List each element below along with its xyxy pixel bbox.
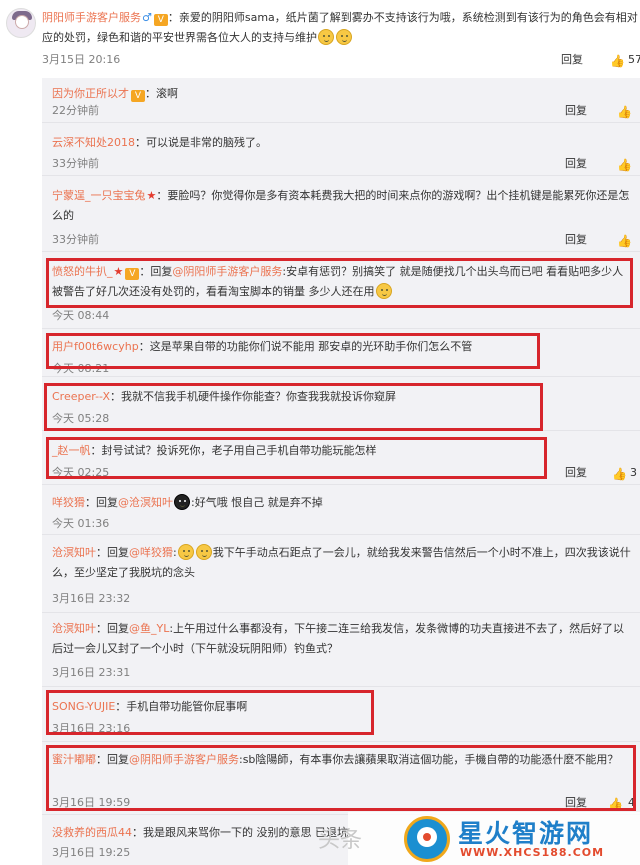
reply-button[interactable]: 回复 <box>561 52 583 68</box>
timestamp: 3月16日 23:31 <box>52 666 131 679</box>
reply-prefix: 回复 <box>150 265 173 278</box>
reply-text: 可以说是非常的脑残了。 <box>146 136 267 149</box>
reply-item: 沧溟知叶：回复@咩狡猾: 我下午手动点石距点了一会儿，就给我发来警告信然后一个小时… <box>42 535 640 613</box>
reply-text: 我就不信我手机硬件操作你能查？你查我我就投诉你窥屏 <box>121 390 396 403</box>
star-icon: ★ <box>113 265 124 278</box>
timestamp: 33分钟前 <box>52 157 99 170</box>
reply-prefix: 回复 <box>96 496 118 509</box>
username-link[interactable]: 愤怒的牛扒_ <box>52 265 113 278</box>
mention-link[interactable]: @鱼_YL <box>129 622 169 635</box>
star-icon: ★ <box>146 189 157 202</box>
timestamp: 22分钟前 <box>52 104 99 117</box>
timestamp: 今天 01:36 <box>52 517 110 530</box>
like-icon[interactable]: 👍 <box>617 104 632 120</box>
reply-text: 这是苹果自带的功能你们说不能用 那安卓的光环助手你们怎么不管 <box>149 340 473 353</box>
reply-item: 蜜汁嘟嘟：回复@阴阳师手游客户服务:sb陰陽師，有本事你去讓蘋果取消這個功能，手… <box>42 742 640 815</box>
avatar-face <box>15 15 29 29</box>
username-link[interactable]: 咩狡猾 <box>52 496 85 509</box>
reply-item: 咩狡猾：回复@沧溟知叶:好气哦 恨自己 就是弃不掉 今天 01:36 <box>42 485 640 535</box>
username-link[interactable]: 沧溟知叶 <box>52 622 96 635</box>
reply-button[interactable]: 回复 <box>565 795 587 811</box>
watermark: 头条 星火智游网 WWW.XHCS188.COM <box>318 812 640 865</box>
like-count: 57 <box>628 53 640 66</box>
mention-link[interactable]: @咩狡猾 <box>129 546 173 559</box>
reply-item: _赵一帆：封号试试？投诉死你，老子用自己手机自带功能玩能怎样 今天 02:25 回… <box>42 431 640 485</box>
mention-link[interactable]: @沧溟知叶 <box>118 496 173 509</box>
like-icon[interactable]: 👍 <box>612 466 627 482</box>
timestamp: 3月16日 23:16 <box>52 722 131 735</box>
angry-emoji-icon <box>174 494 190 510</box>
avatar[interactable] <box>6 8 36 38</box>
reply-text: 手机自带功能管你屁事啊 <box>126 700 248 713</box>
like-icon[interactable]: 👍 <box>610 53 625 69</box>
reply-item: 愤怒的牛扒_★ V ：回复@阴阳师手游客户服务:安卓有惩罚？别搞笑了 就是随便找几个… <box>42 252 640 329</box>
male-icon: ♂ <box>142 11 152 24</box>
timestamp: 今天 08:21 <box>52 362 110 375</box>
watermark-url: WWW.XHCS188.COM <box>460 846 605 859</box>
reply-button[interactable]: 回复 <box>565 232 587 248</box>
reply-item: 宁蒙逞_一只宝宝兔★：要脸吗？你觉得你是多有资本耗费我大把的时间来点你的游戏啊？… <box>42 176 640 252</box>
reply-button[interactable]: 回复 <box>565 465 587 481</box>
emoji-icon <box>195 544 212 560</box>
reply-button[interactable]: 回复 <box>565 103 587 119</box>
timestamp: 今天 08:44 <box>52 309 110 322</box>
watermark-left-text: 头条 <box>318 828 363 853</box>
reply-prefix: 回复 <box>107 622 129 635</box>
emoji-icon <box>336 29 352 45</box>
timestamp: 今天 05:28 <box>52 412 110 425</box>
username-link[interactable]: 蜜汁嘟嘟 <box>52 753 96 766</box>
vip-badge-icon: V <box>125 268 140 280</box>
username-link[interactable]: _赵一帆 <box>52 444 91 457</box>
like-icon[interactable]: 👍 <box>617 233 632 249</box>
reply-item: 用户f00t6wcyhp：这是苹果自带的功能你们说不能用 那安卓的光环助手你们怎… <box>42 329 640 377</box>
like-count: 3 <box>630 466 637 479</box>
reply-item: 沧溟知叶：回复@鱼_YL:上午用过什么事都没有，下午接二连三给我发信，发条微博的… <box>42 613 640 687</box>
username-link[interactable]: Creeper--X <box>52 390 110 403</box>
mention-link[interactable]: @阴阳师手游客户服务 <box>129 753 239 766</box>
vip-badge-icon: V <box>153 14 168 26</box>
like-count: 4 <box>628 796 635 809</box>
mention-link[interactable]: @阴阳师手游客户服务 <box>172 265 282 278</box>
reply-button[interactable]: 回复 <box>565 156 587 172</box>
reply-text: 滚啊 <box>156 87 178 100</box>
timestamp: 今天 02:25 <box>52 466 110 479</box>
emoji-icon <box>318 29 334 45</box>
reply-item: 因为你正所以才 V ：滚啊 22分钟前 回复 👍 <box>42 78 640 123</box>
reply-text: :sb陰陽師，有本事你去讓蘋果取消這個功能，手機自帶的功能憑什麼不能用？ <box>239 753 619 766</box>
timestamp: 3月16日 19:25 <box>52 846 131 859</box>
timestamp: 3月16日 23:32 <box>52 592 131 605</box>
emoji-icon <box>375 283 392 299</box>
reply-item: SONG-YUJIE：手机自带功能管你屁事啊 3月16日 23:16 <box>42 687 640 742</box>
username-link[interactable]: 宁蒙逞_一只宝宝兔 <box>52 189 146 202</box>
reply-prefix: 回复 <box>107 546 129 559</box>
username-link[interactable]: 云深不知处2018 <box>52 136 135 149</box>
reply-item: Creeper--X：我就不信我手机硬件操作你能查？你查我我就投诉你窥屏 今天 … <box>42 377 640 431</box>
username-link[interactable]: 用户f00t6wcyhp <box>52 340 139 353</box>
reply-list: 因为你正所以才 V ：滚啊 22分钟前 回复 👍 云深不知处2018：可以说是非常的脑残… <box>42 78 640 865</box>
username-link[interactable]: 沧溟知叶 <box>52 546 96 559</box>
timestamp: 33分钟前 <box>52 233 99 246</box>
reply-text: :好气哦 恨自己 就是弃不掉 <box>191 496 323 509</box>
watermark-brand: 星火智游网 <box>458 819 594 848</box>
username-link[interactable]: 因为你正所以才 <box>52 87 129 100</box>
username-link[interactable]: 没救养的西瓜44 <box>52 826 132 839</box>
like-icon[interactable]: 👍 <box>608 796 623 812</box>
top-comment: 阴阳师手游客户服务♂ V ：亲爱的阴阳师sama，纸片菌了解到雾办不支持该行为哦，系… <box>0 0 640 78</box>
username-link[interactable]: SONG-YUJIE <box>52 700 115 713</box>
reply-item: 云深不知处2018：可以说是非常的脑残了。 33分钟前 回复 👍 <box>42 123 640 176</box>
timestamp: 3月16日 19:59 <box>52 796 131 809</box>
timestamp: 3月15日 20:16 <box>42 53 121 66</box>
comment-meta: 3月15日 20:16 回复 👍 57 <box>42 52 640 69</box>
vip-badge-icon: V <box>131 90 145 102</box>
like-icon[interactable]: 👍 <box>617 157 632 173</box>
username-link[interactable]: 阴阳师手游客户服务 <box>42 11 141 24</box>
top-comment-text-block: 阴阳师手游客户服务♂ V ：亲爱的阴阳师sama，纸片菌了解到雾办不支持该行为哦，系… <box>42 11 638 45</box>
reply-prefix: 回复 <box>107 753 129 766</box>
reply-text: 封号试试？投诉死你，老子用自己手机自带功能玩能怎样 <box>101 444 377 457</box>
emoji-icon <box>177 544 194 560</box>
brand-logo-icon <box>404 816 450 862</box>
